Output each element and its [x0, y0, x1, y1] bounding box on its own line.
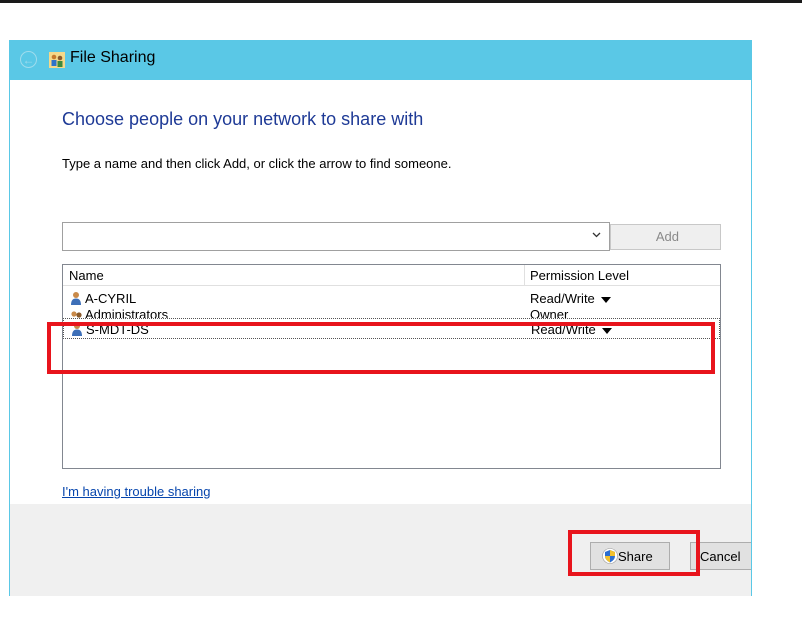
page-heading: Choose people on your network to share w…	[62, 109, 424, 129]
permission-value: Read/Write	[530, 291, 595, 306]
file-sharing-users-icon	[49, 52, 65, 68]
permission-value: Owner	[530, 308, 569, 318]
row-user-name: Administrators	[85, 308, 169, 318]
user-icon	[71, 292, 81, 305]
users-group-icon	[71, 311, 82, 318]
cancel-button-label: Cancel	[700, 549, 741, 564]
column-header-permission[interactable]: Permission Level	[530, 268, 629, 283]
title-bar: ← File Sharing	[9, 40, 752, 80]
name-combobox[interactable]	[62, 222, 610, 251]
highlight-box-selected-row	[47, 322, 715, 374]
list-row[interactable]: Administrators Owner	[63, 308, 720, 318]
list-header: Name Permission Level	[63, 265, 720, 286]
back-arrow-icon[interactable]: ←	[20, 51, 37, 68]
file-sharing-window: ← File Sharing Choose people on your net…	[9, 40, 752, 596]
dialog-content: Choose people on your network to share w…	[10, 80, 751, 504]
instruction-text: Type a name and then click Add, or click…	[62, 156, 452, 171]
list-row[interactable]: A-CYRIL Read/Write	[63, 289, 720, 308]
row-user-name: A-CYRIL	[85, 291, 137, 306]
column-header-name[interactable]: Name	[69, 268, 104, 283]
window-title: File Sharing	[70, 49, 156, 66]
column-separator[interactable]	[524, 265, 525, 285]
chevron-down-icon[interactable]	[592, 230, 601, 239]
permission-dropdown[interactable]: Read/Write	[530, 291, 611, 306]
highlight-box-share-button	[568, 530, 700, 576]
trouble-sharing-link[interactable]: I'm having trouble sharing	[62, 484, 210, 499]
add-button[interactable]: Add	[610, 224, 721, 250]
dropdown-triangle-icon[interactable]	[600, 296, 611, 303]
top-border	[0, 0, 802, 3]
